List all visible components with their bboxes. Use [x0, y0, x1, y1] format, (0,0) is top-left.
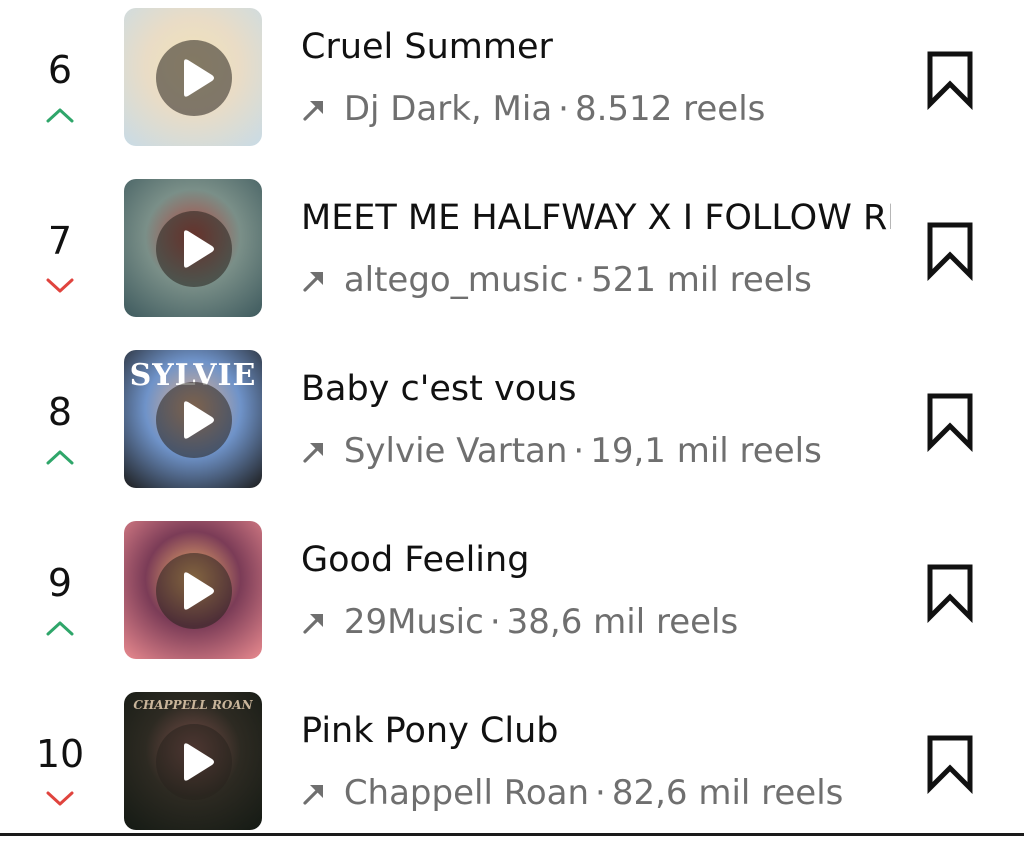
play-button[interactable] [156, 211, 232, 287]
play-icon [184, 59, 214, 97]
song-row[interactable]: 7 MEET ME HALFWAY X I FOLLOW RI... altego… [0, 171, 1024, 342]
reels-count: 19,1 mil reels [590, 431, 822, 471]
reels-count: 521 mil reels [591, 260, 812, 300]
artist-name[interactable]: Chappell Roan [344, 773, 589, 813]
bookmark-icon [927, 735, 973, 794]
artist-name[interactable]: Dj Dark, Mia [344, 89, 552, 129]
album-cover[interactable] [124, 179, 262, 317]
chevron-up-icon [43, 104, 77, 126]
album-cover[interactable] [124, 521, 262, 659]
save-button[interactable] [922, 734, 978, 794]
meta-separator: · [574, 260, 586, 300]
arrow-up-right-icon [301, 255, 333, 305]
chevron-up-icon [43, 617, 77, 639]
play-button[interactable] [156, 40, 232, 116]
song-row[interactable]: 10 CHAPPELL ROAN Pink Pony Club Chappell R… [0, 684, 1024, 855]
song-title[interactable]: MEET ME HALFWAY X I FOLLOW RI... [301, 195, 891, 241]
reels-count: 38,6 mil reels [506, 602, 739, 642]
play-icon [184, 401, 214, 439]
song-title[interactable]: Baby c'est vous [301, 366, 891, 412]
meta-separator: · [489, 602, 501, 642]
play-icon [184, 230, 214, 268]
artist-name[interactable]: altego_music [344, 260, 568, 300]
song-meta: 29Music · 38,6 mil reels [301, 597, 901, 647]
bookmark-icon [927, 222, 973, 281]
play-button[interactable] [156, 382, 232, 458]
arrow-up-right-icon [301, 768, 333, 818]
rank-number: 8 [47, 390, 73, 434]
save-button[interactable] [922, 221, 978, 281]
album-cover[interactable]: CHAPPELL ROAN [124, 692, 262, 830]
chevron-down-icon [43, 275, 77, 297]
artist-name[interactable]: Sylvie Vartan [344, 431, 568, 471]
album-cover-text: CHAPPELL ROAN [133, 698, 253, 712]
album-cover[interactable] [124, 8, 262, 146]
song-meta: Dj Dark, Mia · 8.512 reels [301, 84, 901, 134]
save-button[interactable] [922, 563, 978, 623]
play-button[interactable] [156, 724, 232, 800]
album-cover[interactable]: SYLVIE [124, 350, 262, 488]
rank-number: 9 [47, 561, 73, 605]
meta-separator: · [573, 431, 585, 471]
song-row[interactable]: 9 Good Feeling 29Music · 38,6 mil reels [0, 513, 1024, 684]
song-meta: altego_music · 521 mil reels [301, 255, 901, 305]
chevron-up-icon [43, 446, 77, 468]
arrow-up-right-icon [301, 84, 333, 134]
meta-separator: · [595, 773, 606, 813]
arrow-up-right-icon [301, 426, 333, 476]
rank-number: 10 [35, 732, 85, 776]
song-row[interactable]: 8 SYLVIE Baby c'est vous Sylvie Vartan · 19,… [0, 342, 1024, 513]
meta-separator: · [558, 89, 569, 129]
trending-songs-list: 6 Cruel Summer Dj Dark, Mia · 8.512 reels 7 M… [0, 0, 1024, 836]
reels-count: 82,6 mil reels [611, 773, 844, 813]
song-row[interactable]: 6 Cruel Summer Dj Dark, Mia · 8.512 reels [0, 0, 1024, 171]
save-button[interactable] [922, 392, 978, 452]
rank-number: 7 [47, 219, 73, 263]
bookmark-icon [927, 393, 973, 452]
arrow-up-right-icon [301, 597, 333, 647]
reels-count: 8.512 reels [574, 89, 766, 129]
song-meta: Sylvie Vartan · 19,1 mil reels [301, 426, 901, 476]
bookmark-icon [927, 51, 973, 110]
save-button[interactable] [922, 50, 978, 110]
play-icon [184, 743, 214, 781]
artist-name[interactable]: 29Music [344, 602, 484, 642]
song-title[interactable]: Cruel Summer [301, 24, 891, 70]
rank-number: 6 [47, 48, 73, 92]
song-title[interactable]: Pink Pony Club [301, 708, 891, 754]
play-icon [184, 572, 214, 610]
chevron-down-icon [43, 788, 77, 810]
play-button[interactable] [156, 553, 232, 629]
song-meta: Chappell Roan · 82,6 mil reels [301, 768, 901, 818]
song-title[interactable]: Good Feeling [301, 537, 891, 583]
bookmark-icon [927, 564, 973, 623]
